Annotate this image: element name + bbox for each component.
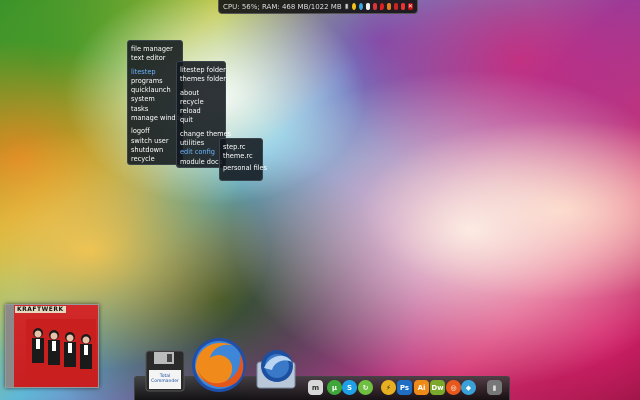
office-icon[interactable]: ◎ (446, 380, 461, 395)
menu-item-step-rc[interactable]: step.rc (220, 143, 262, 152)
menu-item-litestep-folder[interactable]: litestep folder (177, 66, 226, 75)
thunderbird-launcher[interactable] (252, 346, 302, 394)
warning-icon[interactable] (351, 3, 356, 10)
menu-item-module-docs[interactable]: module docs (177, 158, 225, 167)
menu-item-quit[interactable]: quit (177, 116, 225, 125)
lightning-icon[interactable] (386, 3, 391, 10)
red-icon[interactable] (393, 3, 398, 10)
menu-item-about[interactable]: about (177, 89, 225, 98)
menu-item-litestep[interactable]: litestep (128, 68, 182, 77)
total-commander-launcher[interactable]: Total Commander (145, 350, 185, 392)
m-icon[interactable]: m (308, 380, 323, 395)
band-members-artwork (26, 319, 96, 381)
menu-item-utilities[interactable]: utilities (177, 139, 225, 148)
cd-case-spine (6, 305, 14, 387)
dreamweaver-icon[interactable]: Dw (430, 380, 445, 395)
explorer-icon[interactable]: ◆ (461, 380, 476, 395)
menu-item-switch-user[interactable]: switch user (128, 137, 182, 146)
menu-item-programs[interactable]: programs (128, 77, 182, 86)
floppy-disk-icon (145, 350, 185, 392)
menu-item-recycle-ls[interactable]: recycle (177, 98, 225, 107)
menu-item-logoff[interactable]: logoff (128, 127, 182, 136)
red-icon-2[interactable] (400, 3, 405, 10)
firefox-icon (192, 338, 246, 392)
menu-item-change-themes[interactable]: change themes (177, 130, 231, 139)
recycle-bin-icon[interactable]: ▮ (487, 380, 502, 395)
menu-item-file-manager[interactable]: file manager (128, 45, 182, 54)
menu-item-theme-rc[interactable]: theme.rc (220, 152, 262, 161)
album-title: KRAFTWERK (15, 306, 66, 313)
cpu-ram-readout: CPU: 56%; RAM: 468 MB/1022 MB (223, 2, 342, 11)
menu-item-reload[interactable]: reload (177, 107, 225, 116)
menu-item-manage-windows[interactable]: manage windows (128, 114, 188, 123)
globe-icon[interactable] (358, 3, 363, 10)
red-drop-icon[interactable] (379, 3, 384, 10)
photoshop-icon[interactable]: Ps (397, 380, 412, 395)
thunderbird-icon (256, 350, 296, 389)
menu-item-system[interactable]: system (128, 95, 182, 104)
edit-config-submenu: step.rc theme.rc personal files (219, 138, 267, 181)
mail-icon[interactable] (365, 3, 370, 10)
winamp-icon[interactable]: ⚡ (381, 380, 396, 395)
menu-item-themes-folder[interactable]: themes folder (177, 75, 226, 84)
total-commander-label: Total Commander (151, 374, 179, 384)
system-status-bar: CPU: 56%; RAM: 468 MB/1022 MB ▮ ✕ (218, 0, 418, 14)
sync-icon[interactable]: ↻ (358, 380, 373, 395)
menu-item-personal-files[interactable]: personal files (220, 164, 267, 173)
utorrent-icon[interactable]: µ (327, 380, 342, 395)
menu-item-edit-config[interactable]: edit config (177, 148, 225, 157)
menu-item-shutdown[interactable]: shutdown (128, 146, 182, 155)
menu-item-quicklaunch[interactable]: quicklaunch (128, 86, 182, 95)
illustrator-icon[interactable]: Ai (414, 380, 429, 395)
flag-icon[interactable] (372, 3, 377, 10)
firefox-launcher[interactable] (188, 334, 250, 396)
media-icon[interactable]: ▮ (344, 3, 349, 10)
menu-item-tasks[interactable]: tasks (128, 105, 182, 114)
album-cover[interactable]: KRAFTWERK (5, 304, 99, 388)
menu-item-recycle[interactable]: recycle (128, 155, 182, 164)
main-popup-menu: file manager text editor litestep progra… (127, 40, 188, 165)
menu-item-text-editor[interactable]: text editor (128, 54, 182, 63)
skype-icon[interactable]: S (342, 380, 357, 395)
close-icon[interactable]: ✕ (407, 3, 413, 10)
